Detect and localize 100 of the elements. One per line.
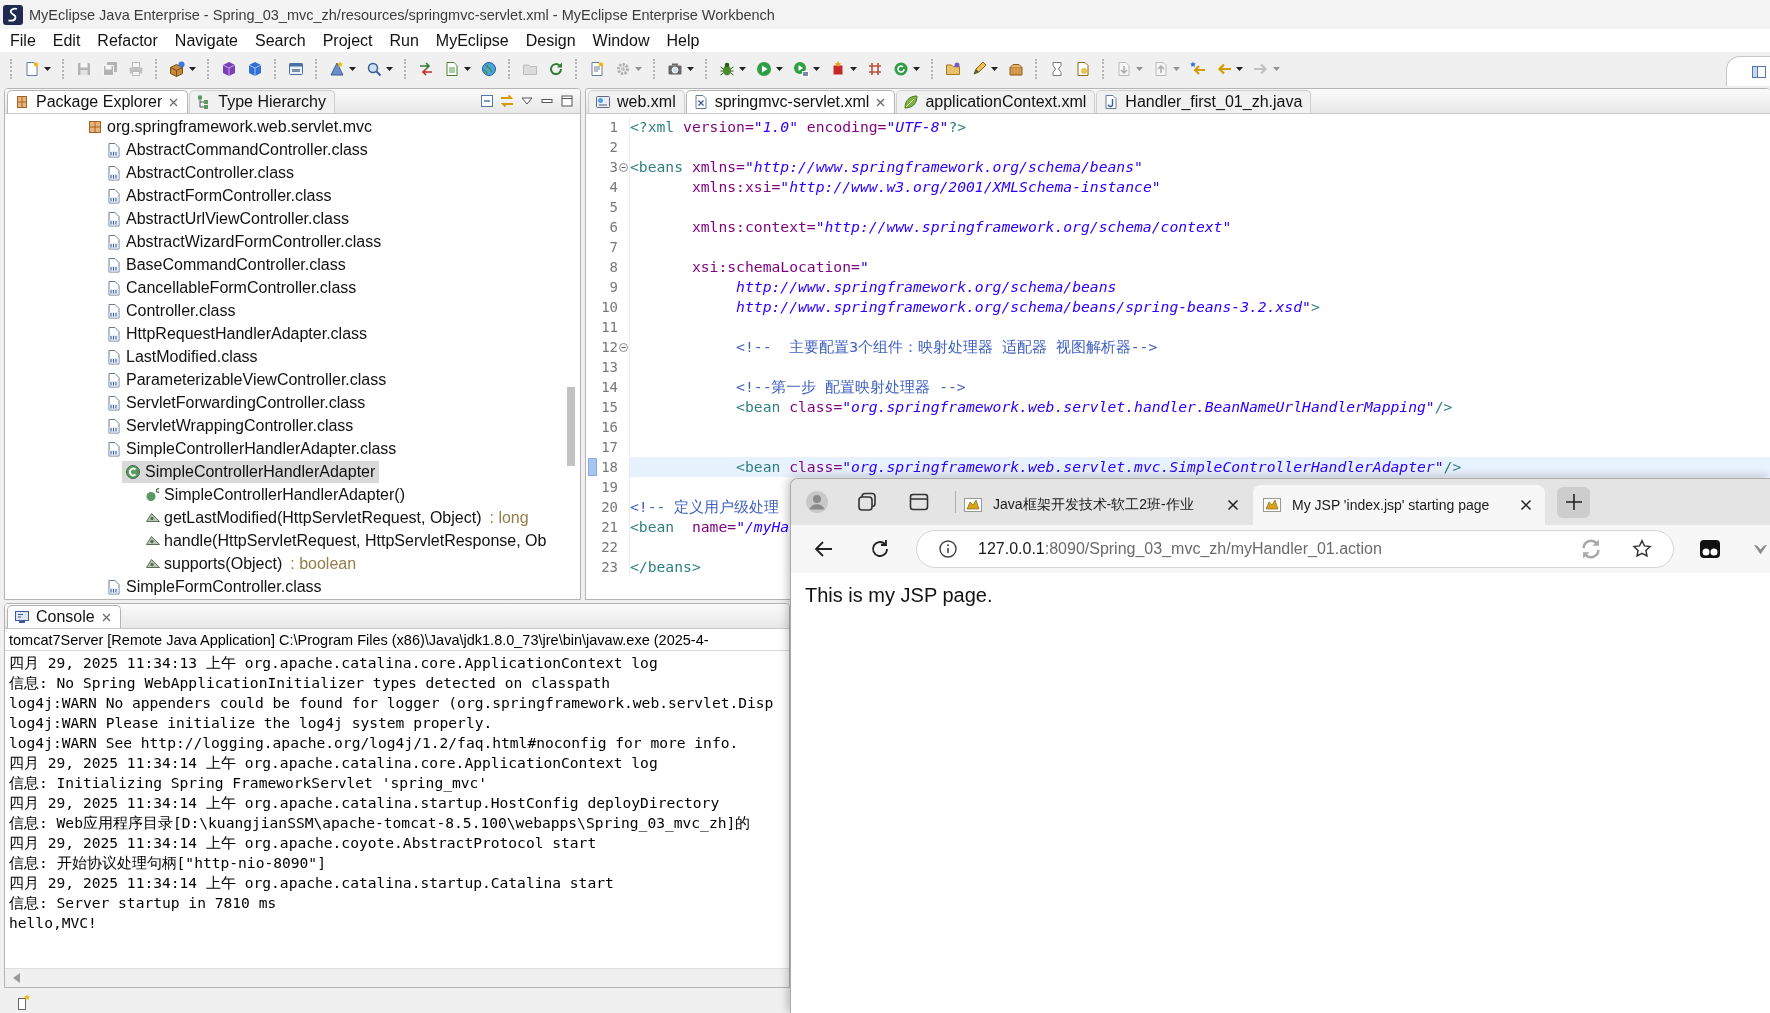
tab[interactable]: Java框架开发技术-软工2班-作业 xyxy=(960,485,1252,525)
code-line: <!--第一步 配置映射处理器 --> xyxy=(736,377,966,397)
perspective-icon[interactable] xyxy=(1751,63,1767,80)
tab[interactable]: Type Hierarchy xyxy=(189,90,335,113)
line-number: 15 xyxy=(601,398,618,417)
tree-item[interactable]: AbstractUrlViewController.class xyxy=(103,207,353,230)
line-number: 3 xyxy=(609,158,618,177)
tree-item[interactable]: Controller.class xyxy=(103,299,240,322)
console-line: 信息: Server startup in 7810 ms xyxy=(9,893,277,913)
tab[interactable]: applicationContext.xml xyxy=(896,90,1096,113)
tree-item[interactable]: SimpleControllerHandlerAdapter.class xyxy=(103,437,401,460)
tree-item[interactable]: CancellableFormController.class xyxy=(103,276,361,299)
line-number: 20 xyxy=(601,498,618,517)
star-icon[interactable] xyxy=(1631,538,1653,560)
tree-item[interactable]: ServletWrappingController.class xyxy=(103,414,358,437)
line-number: 9 xyxy=(609,278,618,297)
menu-item[interactable]: Help xyxy=(666,31,700,50)
horizontal-scrollbar[interactable] xyxy=(5,968,789,987)
tree-item[interactable]: AbstractFormController.class xyxy=(103,184,336,207)
line-number: 22 xyxy=(601,538,618,557)
class-file-icon xyxy=(106,348,122,365)
code-line: <beans xmlns="http://www.springframework.org/schema/beans" xyxy=(630,157,1143,177)
menu-item[interactable]: Run xyxy=(389,31,419,50)
line-number: 16 xyxy=(601,418,618,437)
class-file-icon xyxy=(106,325,122,342)
class-file-icon xyxy=(106,187,122,204)
sync-icon[interactable] xyxy=(1581,539,1601,559)
class-file-icon xyxy=(106,233,122,250)
menu-item[interactable]: Edit xyxy=(52,31,81,50)
tree-item[interactable]: SimpleControllerHandlerAdapter xyxy=(122,460,380,483)
tab[interactable]: My JSP 'index.jsp' starting page xyxy=(1253,485,1545,525)
close-icon[interactable] xyxy=(1518,497,1534,513)
code-line: http://www.springframework.org/schema/beans/spring-beans-3.2.xsd"> xyxy=(736,297,1320,317)
class-file-icon xyxy=(106,578,122,595)
line-number: 12 xyxy=(601,338,618,357)
fold-icon[interactable] xyxy=(619,162,628,172)
menu-item[interactable]: Window xyxy=(592,31,650,50)
tree-item[interactable]: getLastModified(HttpServletRequest, Object) : long xyxy=(143,506,533,529)
tab[interactable]: Handler_first_01_zh.java xyxy=(1096,90,1312,113)
line-number: 21 xyxy=(601,518,618,537)
line-number: 1 xyxy=(609,118,618,137)
line-number: 5 xyxy=(609,198,618,217)
tree-item[interactable]: BaseCommandController.class xyxy=(103,253,350,276)
box-icon xyxy=(1008,61,1024,77)
tree-item[interactable]: org.springframework.web.servlet.mvc xyxy=(84,115,376,138)
tree-item[interactable]: supports(Object) : boolean xyxy=(143,552,361,575)
close-icon[interactable] xyxy=(1225,497,1241,513)
line-number: 11 xyxy=(601,318,618,337)
menu-item[interactable]: Project xyxy=(322,31,373,50)
link-icon[interactable] xyxy=(499,93,515,109)
refresh-icon xyxy=(893,61,909,77)
tab[interactable]: Console xyxy=(7,605,121,628)
arrow-left-icon xyxy=(1190,61,1206,77)
method-icon xyxy=(146,536,160,545)
console-line: 信息: 开始协议处理句柄["http-nio-8090"] xyxy=(9,853,326,873)
tree-item[interactable]: ServletForwardingController.class xyxy=(103,391,370,414)
menu-item[interactable]: File xyxy=(10,31,36,50)
line-number: 6 xyxy=(609,218,618,237)
tree-item[interactable]: LastModified.class xyxy=(103,345,262,368)
menu-item[interactable]: MyEclipse xyxy=(435,31,509,50)
tree-item[interactable]: AbstractCommandController.class xyxy=(103,138,372,161)
menu-item[interactable]: Design xyxy=(525,31,576,50)
console-line: 四月 29, 2025 11:34:13 上午 org.apache.catalina.core.ApplicationContext log xyxy=(9,653,658,673)
globe-icon xyxy=(481,61,497,77)
tree-item[interactable]: ParameterizableViewController.class xyxy=(103,368,391,391)
line-number: 13 xyxy=(601,358,618,377)
package-icon xyxy=(14,94,30,110)
tree-item[interactable]: AbstractWizardFormController.class xyxy=(103,230,386,253)
layers-icon[interactable] xyxy=(855,490,879,514)
tree-item[interactable]: SimpleControllerHandlerAdapter() xyxy=(143,483,409,506)
arrow-right-icon xyxy=(1253,61,1269,77)
fold-icon[interactable] xyxy=(619,342,628,352)
triangle-icon xyxy=(329,61,345,77)
tree-item[interactable]: SimpleFormController.class xyxy=(103,575,326,598)
tree-item[interactable]: handle(HttpServletRequest, HttpServletResponse, Ob xyxy=(143,529,551,552)
class-file-icon xyxy=(106,210,122,227)
favicon-icon xyxy=(963,495,983,515)
scrollbar-thumb[interactable] xyxy=(567,387,575,466)
console-line: 信息: Web应用程序目录[D:\kuangjianSSM\apache-tomcat-8.5.100\webapps\Spring_03_mvc_zh]的 xyxy=(9,813,751,833)
profile-icon[interactable] xyxy=(805,490,829,514)
tree-item[interactable]: HttpRequestHandlerAdapter.class xyxy=(103,322,372,345)
menu-item[interactable]: Navigate xyxy=(174,31,238,50)
view-icon[interactable] xyxy=(15,993,31,1010)
method-icon xyxy=(146,559,160,568)
tree-item[interactable]: AbstractController.class xyxy=(103,161,299,184)
console-line: log4j:WARN Please initialize the log4j system properly. xyxy=(9,713,493,733)
collapse-all-icon[interactable] xyxy=(479,93,495,109)
camera-icon xyxy=(667,61,683,77)
info-icon[interactable] xyxy=(938,539,958,559)
tab[interactable]: web.xml xyxy=(588,90,685,113)
tab[interactable]: Package Explorer xyxy=(7,90,189,113)
menu-item[interactable]: Refactor xyxy=(97,31,158,50)
menu-item[interactable]: Search xyxy=(255,31,306,50)
maximize-icon[interactable] xyxy=(559,93,575,109)
code-line: </beans> xyxy=(630,557,701,577)
new-tab-button[interactable] xyxy=(1557,486,1590,518)
address-field[interactable]: 127.0.0.1:8090/Spring_03_mvc_zh/myHandler_01.action xyxy=(916,530,1674,568)
extension-icon[interactable] xyxy=(1698,537,1722,561)
tab[interactable]: springmvc-servlet.xml xyxy=(685,90,896,113)
line-number: 4 xyxy=(609,178,618,197)
